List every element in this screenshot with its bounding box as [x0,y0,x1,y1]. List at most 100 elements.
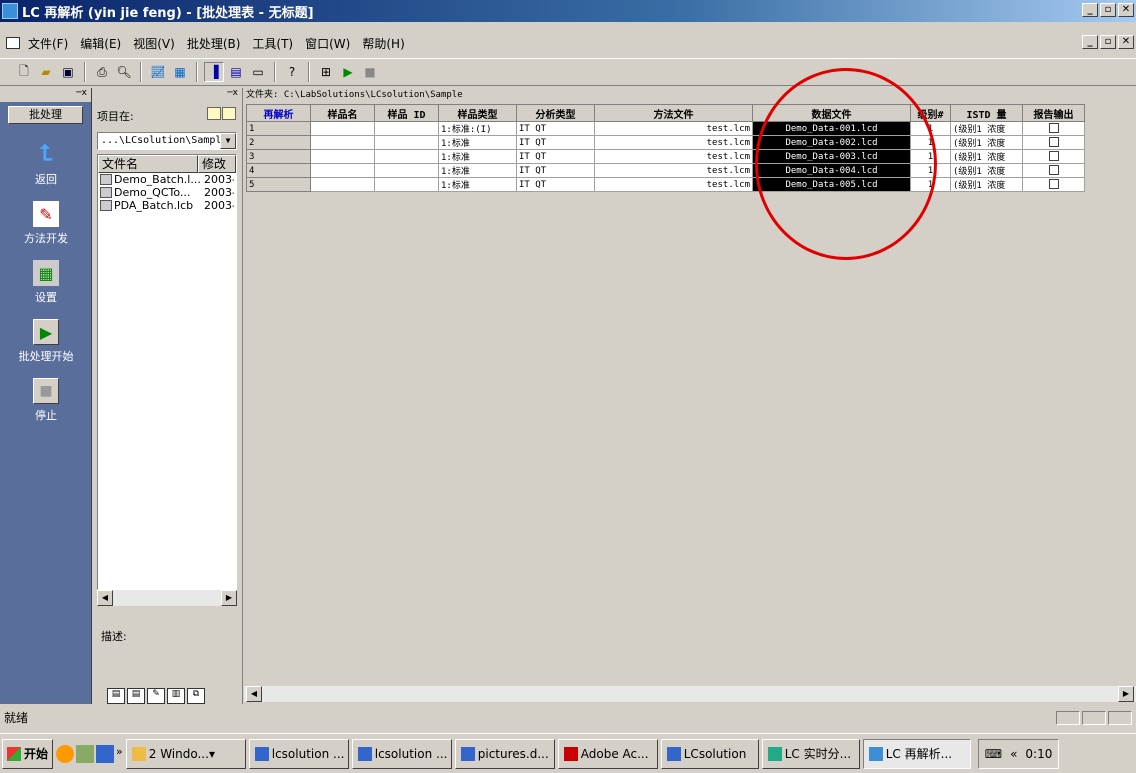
row-number[interactable]: 2 [246,135,311,150]
batch-start-button[interactable]: ▶ 批处理开始 [0,319,92,364]
menu-window[interactable]: 窗口(W) [299,33,356,54]
keyboard-icon[interactable]: ⌨ [985,747,1002,761]
scroll-right-icon[interactable]: ▶ [221,590,237,606]
report-output-checkbox[interactable] [1048,151,1059,162]
report-output-checkbox[interactable] [1048,137,1059,148]
sample-type-cell[interactable]: 1:标准 [438,135,517,150]
scroll-left-icon[interactable]: ◀ [246,686,262,702]
stop-button[interactable]: ■ 停止 [0,378,92,423]
folder-up-icon[interactable] [207,107,221,120]
window-icon[interactable]: ▭ [248,62,268,82]
sample-type-cell[interactable]: 1:标准:(I) [438,121,517,136]
tab-all-icon[interactable]: ⧉ [187,688,205,704]
chart2-icon[interactable]: ▦ [170,62,190,82]
menu-help[interactable]: 帮助(H) [356,33,410,54]
file-row[interactable]: Demo_Batch.l... 2003- [98,173,236,186]
app-icon[interactable] [76,744,95,763]
table-row[interactable]: 1 1:标准:(I) IT QT test.lcm Demo_Data-001.… [246,121,1085,136]
row-number[interactable]: 1 [246,121,311,136]
print-preview-icon[interactable]: 🔍︎ [114,62,134,82]
sample-type-cell[interactable]: 1:标准 [438,163,517,178]
file-list-hscroll[interactable]: ◀ ▶ [97,590,237,606]
method-file-cell[interactable]: test.lcm [594,163,753,178]
report-output-checkbox[interactable] [1048,179,1059,190]
report-output-checkbox[interactable] [1048,123,1059,134]
menu-file[interactable]: 文件(F) [22,33,74,54]
sample-type-cell[interactable]: 1:标准 [438,149,517,164]
tab-batch-icon[interactable]: ▥ [167,688,185,704]
tab-report-icon[interactable]: ✎ [147,688,165,704]
istd-cell[interactable]: (级别1 浓度 [950,177,1023,192]
header-method-file[interactable]: 方法文件 [594,104,753,122]
chart-icon[interactable]: 📈︎ [148,62,168,82]
grid-icon[interactable]: ▤ [226,62,246,82]
menu-edit[interactable]: 编辑(E) [74,33,127,54]
menu-view[interactable]: 视图(V) [127,33,181,54]
stop-icon[interactable]: ■ [360,62,380,82]
analysis-type-cell[interactable]: IT QT [516,135,595,150]
report-output-checkbox[interactable] [1048,165,1059,176]
menu-batch[interactable]: 批处理(B) [181,33,247,54]
file-list[interactable]: 文件名 修改 Demo_Batch.l... 2003- Demo_QCTo..… [97,154,237,590]
folder-new-icon[interactable] [222,107,236,120]
sample-name-cell[interactable] [310,163,375,178]
task-lc-realtime[interactable]: LC 实时分... [761,738,860,769]
istd-cell[interactable]: (级别1 浓度 [950,135,1023,150]
report-output-cell[interactable] [1022,121,1085,136]
col-modified[interactable]: 修改 [198,155,236,173]
sample-name-cell[interactable] [310,135,375,150]
settings-button[interactable]: ▦ 设置 [0,260,92,305]
help-icon[interactable]: ? [282,62,302,82]
sample-id-cell[interactable] [374,135,439,150]
task-lcsolution-doc2[interactable]: lcsolution ... [351,738,452,769]
table-row[interactable]: 3 1:标准 IT QT test.lcm Demo_Data-003.lcd … [246,149,1085,164]
method-file-cell[interactable]: test.lcm [594,121,753,136]
ie-icon[interactable] [96,744,115,763]
print-icon[interactable]: ⎙ [92,62,112,82]
tab-data-icon[interactable]: ▤ [107,688,125,704]
task-adobe[interactable]: Adobe Ac... [557,738,658,769]
doc-minimize-button[interactable]: _ [1082,35,1098,49]
report-output-cell[interactable] [1022,177,1085,192]
tab-method-icon[interactable]: ▤ [127,688,145,704]
open-icon[interactable]: ▰ [36,62,56,82]
table-row[interactable]: 5 1:标准 IT QT test.lcm Demo_Data-005.lcd … [246,177,1085,192]
batch-hscroll[interactable]: ◀ ▶ [244,686,1136,702]
table-row[interactable]: 2 1:标准 IT QT test.lcm Demo_Data-002.lcd … [246,135,1085,150]
task-lcsolution[interactable]: LCsolution [660,738,759,769]
istd-cell[interactable]: (级别1 浓度 [950,163,1023,178]
doc-close-button[interactable]: ✕ [1118,35,1134,49]
minimize-button[interactable]: _ [1082,3,1098,17]
istd-cell[interactable]: (级别1 浓度 [950,121,1023,136]
row-number[interactable]: 3 [246,149,311,164]
layout-icon[interactable]: ▐ [204,62,224,82]
save-icon[interactable]: ▣ [58,62,78,82]
report-output-cell[interactable] [1022,135,1085,150]
back-button[interactable]: ⮤ 返回 [0,138,92,187]
header-istd[interactable]: ISTD 量 [950,104,1023,122]
analysis-type-cell[interactable]: IT QT [516,121,595,136]
sample-type-cell[interactable]: 1:标准 [438,177,517,192]
header-reanalyze[interactable]: 再解析 [246,104,311,122]
table-row[interactable]: 4 1:标准 IT QT test.lcm Demo_Data-004.lcd … [246,163,1085,178]
scroll-left-icon[interactable]: ◀ [97,590,113,606]
document-icon[interactable] [6,37,20,49]
sample-id-cell[interactable] [374,121,439,136]
sample-name-cell[interactable] [310,149,375,164]
run-setup-icon[interactable]: ⊞ [316,62,336,82]
task-lcsolution-doc1[interactable]: lcsolution ... [248,738,349,769]
sample-id-cell[interactable] [374,163,439,178]
header-report-output[interactable]: 报告输出 [1022,104,1085,122]
task-pictures[interactable]: pictures.d... [454,738,555,769]
row-number[interactable]: 5 [246,177,311,192]
file-row[interactable]: Demo_QCTo... 2003- [98,186,236,199]
batch-tab[interactable]: 批处理 [8,106,83,124]
chevron-right-icon[interactable]: » [116,745,123,763]
task-windows[interactable]: 2 Windo... ▾ [125,738,246,769]
method-file-cell[interactable]: test.lcm [594,135,753,150]
header-sample-type[interactable]: 样品类型 [438,104,517,122]
tray-chevron-icon[interactable]: « [1010,747,1017,761]
browser-icon[interactable] [56,744,75,763]
play-icon[interactable]: ▶ [338,62,358,82]
file-row[interactable]: PDA_Batch.lcb 2003- [98,199,236,212]
